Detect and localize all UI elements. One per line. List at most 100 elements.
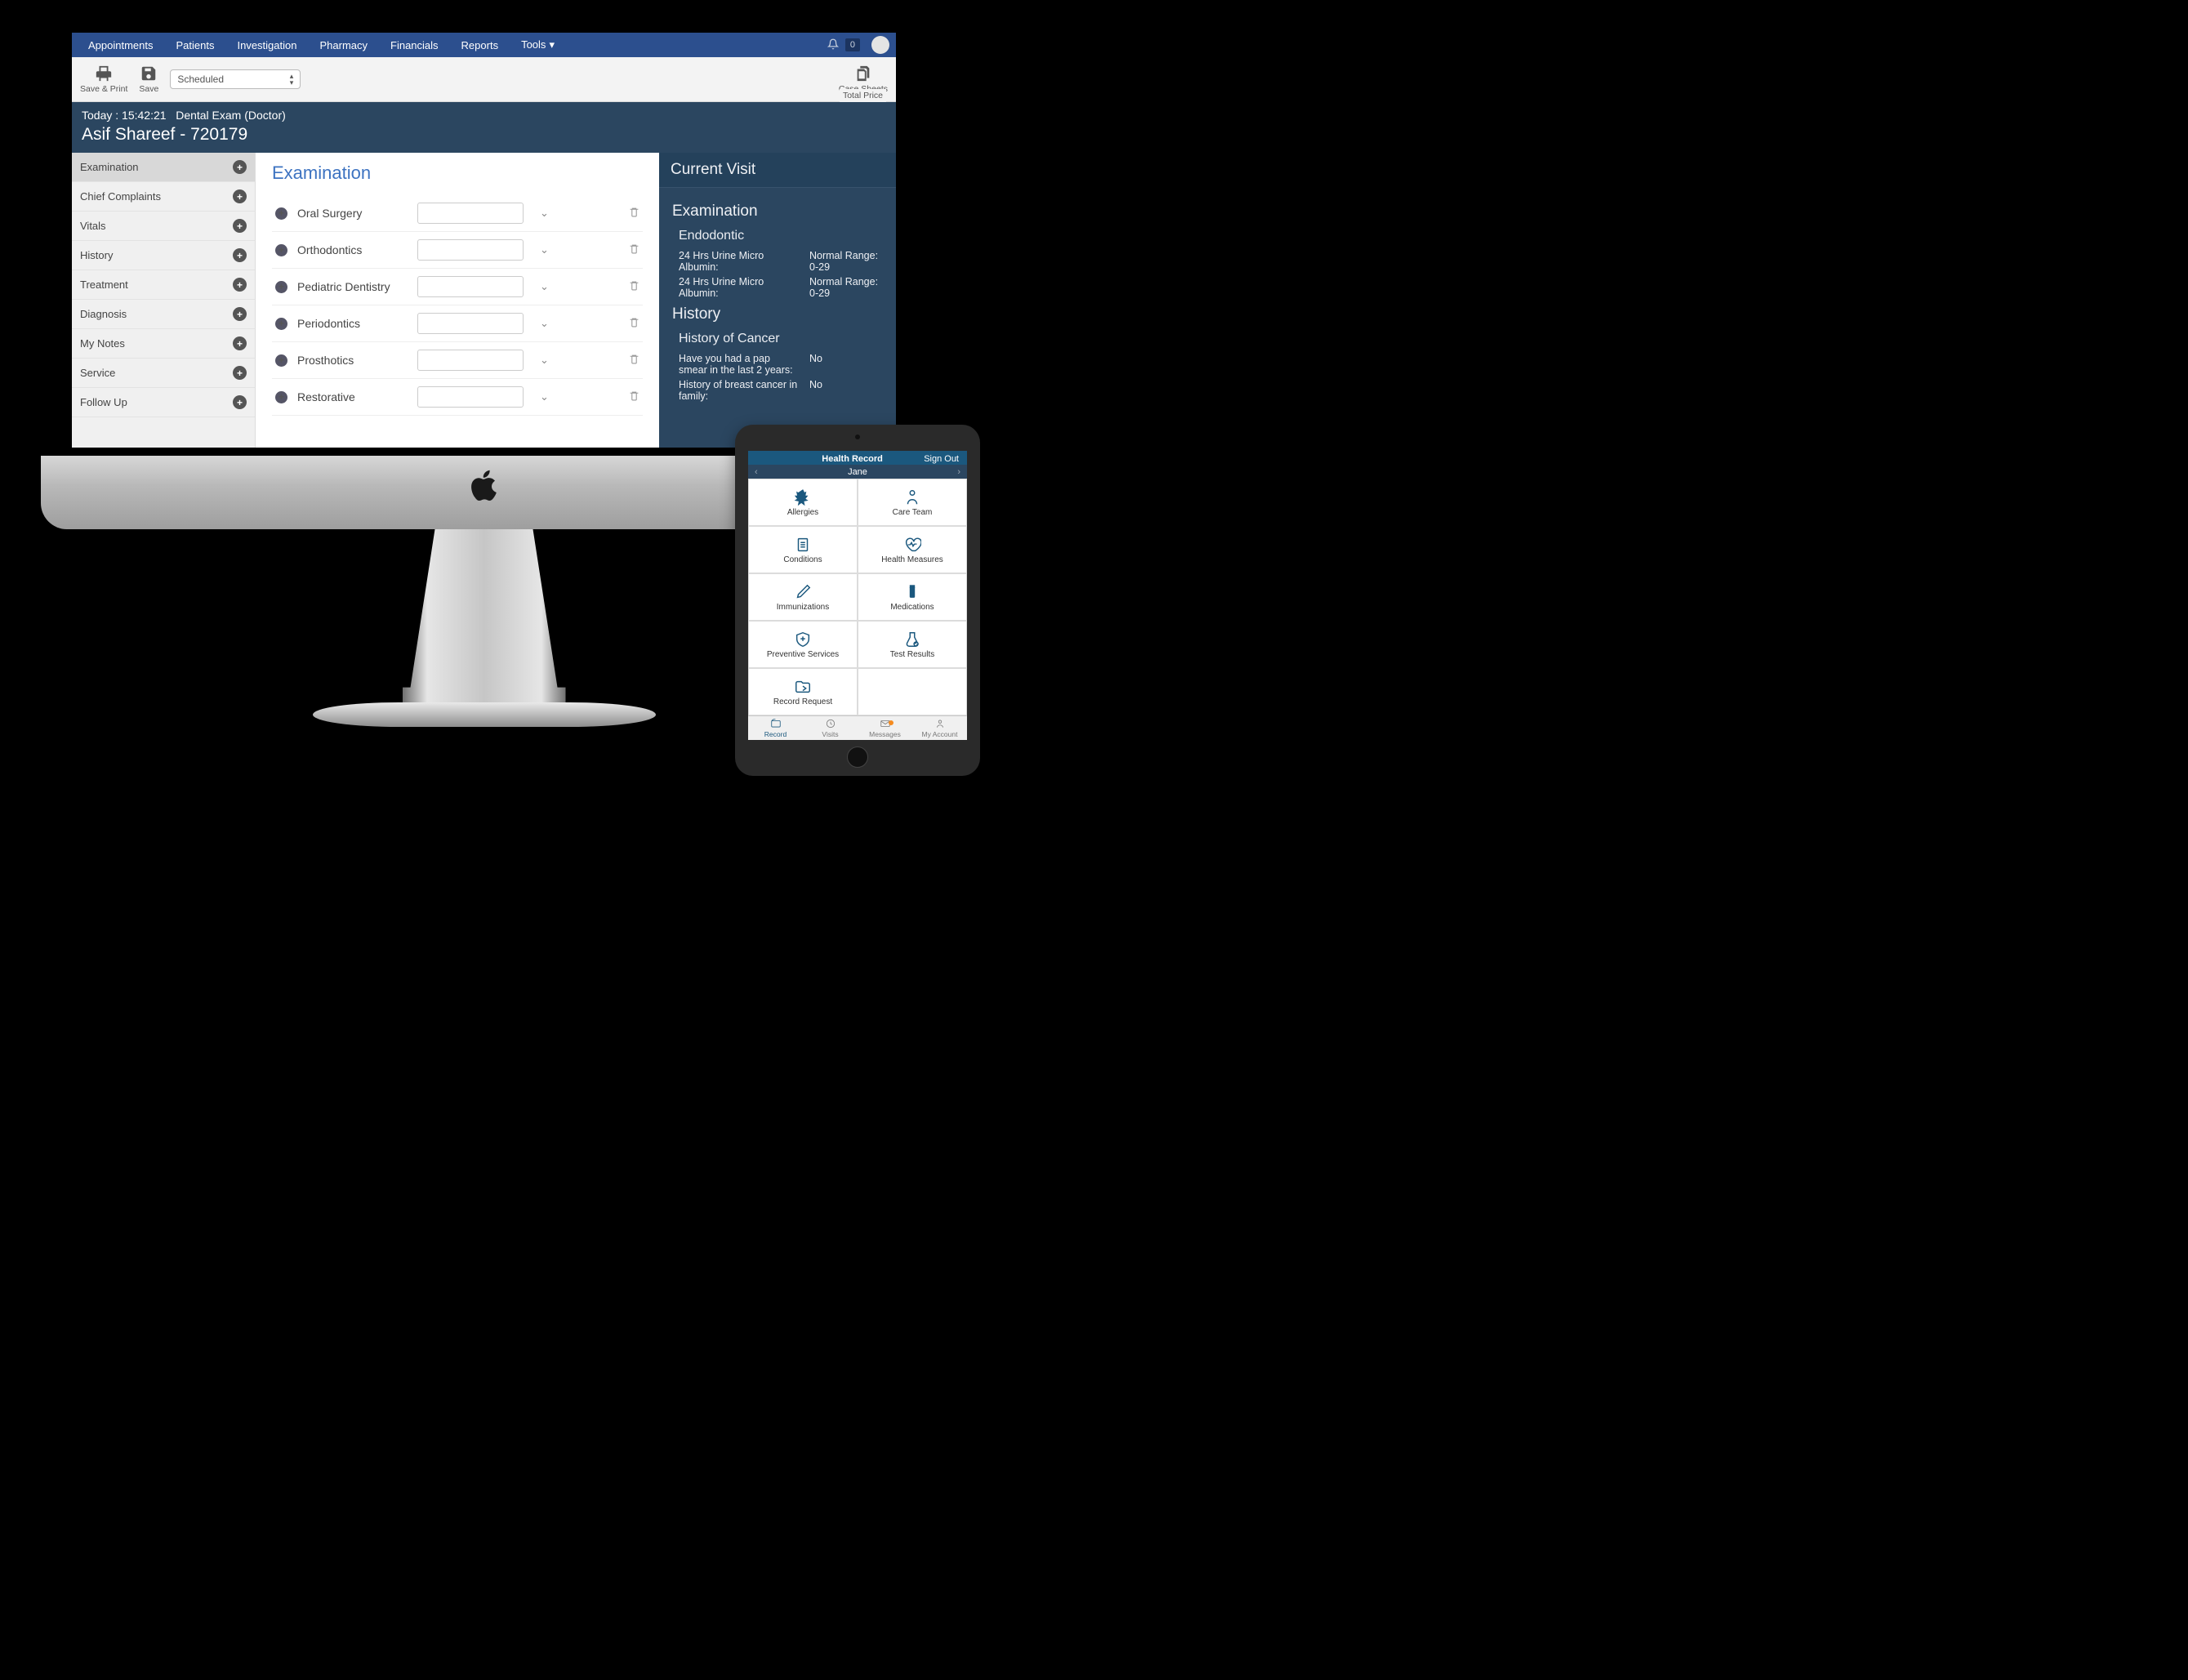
trash-icon[interactable]	[629, 317, 639, 330]
kv-value: No	[809, 379, 883, 402]
trash-icon[interactable]	[629, 280, 639, 293]
plus-icon[interactable]: +	[275, 391, 287, 403]
phr-tab-visits[interactable]: Visits	[803, 716, 858, 740]
plus-icon[interactable]: +	[233, 219, 247, 233]
right-section-heading: History	[672, 305, 883, 323]
phr-cell-care-team[interactable]: Care Team	[858, 479, 967, 526]
phr-cell-icon	[794, 488, 812, 506]
ipad-home-button[interactable]	[847, 746, 868, 768]
sidebar-item-diagnosis[interactable]: Diagnosis+	[72, 300, 255, 329]
nav-tools-label: Tools	[521, 38, 546, 51]
phr-tab-label: Messages	[869, 730, 901, 738]
phr-cell-label: Allergies	[787, 508, 818, 517]
phr-tab-icon	[769, 718, 783, 729]
chevron-down-icon[interactable]: ⌄	[533, 243, 555, 256]
exam-label: Oral Surgery	[297, 207, 408, 220]
sidebar-item-label: Treatment	[80, 279, 128, 291]
exam-input[interactable]	[417, 313, 524, 334]
plus-icon[interactable]: +	[275, 318, 287, 330]
exam-input[interactable]	[417, 276, 524, 297]
phr-tab-messages[interactable]: Messages	[858, 716, 912, 740]
nav-patients[interactable]: Patients	[167, 35, 225, 56]
sidebar-item-follow-up[interactable]: Follow Up +	[72, 388, 255, 417]
save-print-button[interactable]: Save & Print	[80, 65, 127, 94]
sidebar-item-label: Follow Up	[80, 396, 127, 408]
phr-cell-preventive-services[interactable]: Preventive Services	[748, 621, 858, 668]
sidebar-item-history[interactable]: History+	[72, 241, 255, 270]
save-button[interactable]: Save	[139, 65, 158, 94]
nav-tools[interactable]: Tools▾	[511, 34, 564, 56]
chevron-down-icon[interactable]: ⌄	[533, 207, 555, 220]
nav-financials[interactable]: Financials	[381, 35, 448, 56]
patient-id: 720179	[190, 125, 247, 144]
chevron-down-icon[interactable]: ⌄	[533, 390, 555, 403]
phr-cell-record-request[interactable]: Record Request	[748, 668, 858, 715]
right-subheading: Endodontic	[679, 229, 883, 243]
right-subheading: History of Cancer	[679, 332, 883, 346]
phr-cell-immunizations[interactable]: Immunizations	[748, 573, 858, 621]
plus-icon[interactable]: +	[233, 307, 247, 321]
nav-reports[interactable]: Reports	[452, 35, 509, 56]
chevron-left-icon[interactable]: ‹	[755, 467, 758, 477]
plus-icon[interactable]: +	[233, 160, 247, 174]
phr-tab-icon	[823, 718, 838, 729]
badge-dot-icon	[889, 720, 893, 725]
exam-label: Orthodontics	[297, 243, 408, 256]
plus-icon[interactable]: +	[233, 366, 247, 380]
exam-input[interactable]	[417, 203, 524, 224]
kv-key: Have you had a pap smear in the last 2 y…	[679, 353, 801, 376]
plus-icon[interactable]: +	[233, 395, 247, 409]
phr-cell-icon	[794, 631, 812, 648]
phr-cell-conditions[interactable]: Conditions	[748, 526, 858, 573]
trash-icon[interactable]	[629, 390, 639, 403]
user-avatar[interactable]	[871, 36, 889, 54]
sign-out-link[interactable]: Sign Out	[924, 451, 967, 465]
chevron-down-icon[interactable]: ⌄	[533, 317, 555, 330]
kv-value: Normal Range: 0-29	[809, 276, 883, 299]
kv-row: 24 Hrs Urine Micro Albumin:Normal Range:…	[679, 250, 883, 273]
trash-icon[interactable]	[629, 207, 639, 220]
sidebar-item-treatment[interactable]: Treatment +	[72, 270, 255, 300]
exam-input[interactable]	[417, 386, 524, 408]
phr-tab-record[interactable]: Record	[748, 716, 803, 740]
nav-investigation[interactable]: Investigation	[227, 35, 306, 56]
nav-pharmacy[interactable]: Pharmacy	[310, 35, 377, 56]
phr-grid: Allergies Care TeamConditionsHealth Measu…	[748, 479, 967, 715]
phr-subbar: ‹ Jane ›	[748, 465, 967, 479]
chevron-right-icon[interactable]: ›	[957, 467, 960, 477]
sidebar-item-service[interactable]: Service+	[72, 359, 255, 388]
sidebar-item-my-notes[interactable]: My Notes+	[72, 329, 255, 359]
plus-icon[interactable]: +	[233, 336, 247, 350]
bell-icon[interactable]	[824, 35, 842, 56]
nav-appointments[interactable]: Appointments	[78, 35, 163, 56]
trash-icon[interactable]	[629, 243, 639, 256]
exam-row: +Pediatric Dentistry⌄	[272, 269, 643, 305]
chevron-down-icon[interactable]: ⌄	[533, 354, 555, 367]
save-print-label: Save & Print	[80, 84, 127, 94]
sidebar-item-examination[interactable]: Examination+	[72, 153, 255, 182]
phr-cell-allergies[interactable]: Allergies	[748, 479, 858, 526]
phr-cell-medications[interactable]: Medications	[858, 573, 967, 621]
trash-icon[interactable]	[629, 354, 639, 367]
phr-cell-test-results[interactable]: Test Results	[858, 621, 967, 668]
imac-foot	[313, 702, 656, 727]
plus-icon[interactable]: +	[275, 244, 287, 256]
sidebar-item-chief-complaints[interactable]: Chief Complaints+	[72, 182, 255, 212]
phr-tab-icon	[933, 718, 947, 729]
plus-icon[interactable]: +	[233, 189, 247, 203]
plus-icon[interactable]: +	[233, 278, 247, 292]
plus-icon[interactable]: +	[275, 207, 287, 220]
exam-input[interactable]	[417, 239, 524, 261]
status-value: Scheduled	[177, 74, 224, 85]
sidebar-item-vitals[interactable]: Vitals +	[72, 212, 255, 241]
plus-icon[interactable]: +	[233, 248, 247, 262]
status-dropdown[interactable]: Scheduled ▴▾	[170, 69, 301, 89]
exam-input[interactable]	[417, 350, 524, 371]
chevron-down-icon[interactable]: ⌄	[533, 280, 555, 293]
phr-tab-my-account[interactable]: My Account	[912, 716, 967, 740]
sidebar-item-label: Vitals	[80, 220, 106, 232]
context-topline: Today : 15:42:21 Dental Exam (Doctor)	[82, 109, 886, 122]
plus-icon[interactable]: +	[275, 281, 287, 293]
phr-cell-health-measures[interactable]: Health Measures	[858, 526, 967, 573]
plus-icon[interactable]: +	[275, 354, 287, 367]
